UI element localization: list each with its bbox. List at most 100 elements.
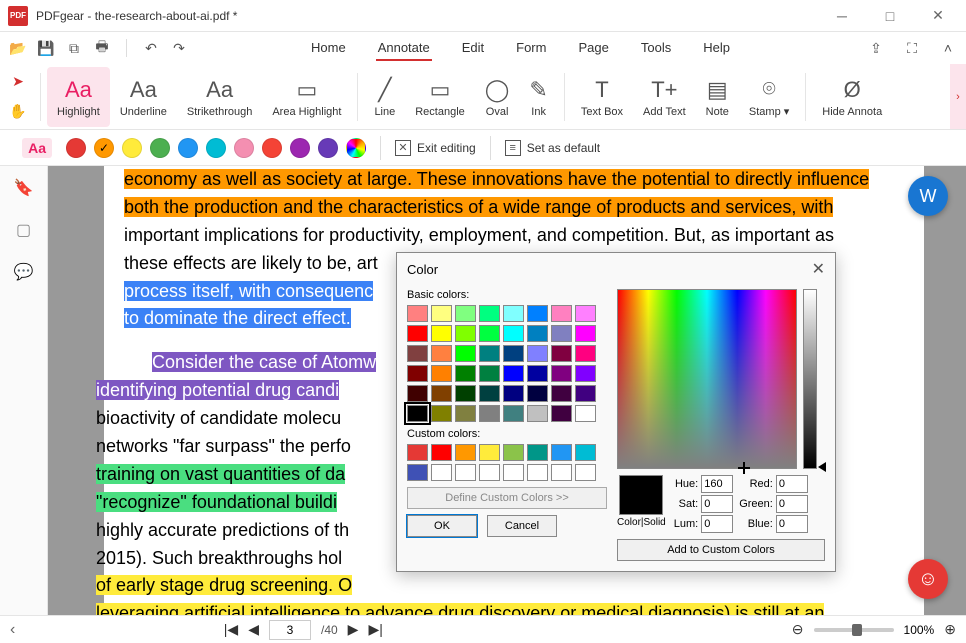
basic-color-swatch[interactable]	[455, 405, 476, 422]
line-tool[interactable]: ╱Line	[364, 67, 405, 127]
text-box-tool[interactable]: TText Box	[571, 67, 633, 127]
basic-color-swatch[interactable]	[551, 305, 572, 322]
custom-color-swatch[interactable]	[479, 464, 500, 481]
custom-color-swatch[interactable]	[551, 444, 572, 461]
color-swatch[interactable]	[318, 138, 338, 158]
strikethrough-tool[interactable]: AaStrikethrough	[177, 67, 262, 127]
page-input[interactable]	[269, 620, 311, 640]
sidebar-toggle-icon[interactable]: ‹	[10, 621, 15, 639]
saveall-icon[interactable]: ⧉	[64, 38, 84, 58]
highlighted-text[interactable]: Consider the case of Atomw	[152, 352, 376, 372]
first-page-button[interactable]: |◀	[224, 621, 238, 638]
color-swatch[interactable]	[178, 138, 198, 158]
basic-color-swatch[interactable]	[407, 325, 428, 342]
save-icon[interactable]: 💾	[36, 38, 56, 58]
highlighted-text[interactable]: both the production and the characterist…	[124, 197, 833, 217]
tab-edit[interactable]: Edit	[460, 36, 486, 61]
zoom-slider[interactable]	[814, 628, 894, 632]
comments-icon[interactable]: 💬	[12, 260, 36, 284]
basic-color-swatch[interactable]	[407, 365, 428, 382]
luminance-slider[interactable]	[803, 289, 817, 469]
highlighted-text[interactable]: "recognize" foundational buildi	[96, 492, 337, 512]
tab-home[interactable]: Home	[309, 36, 348, 61]
ink-tool[interactable]: ✎Ink	[519, 67, 557, 127]
basic-color-swatch[interactable]	[551, 365, 572, 382]
custom-color-swatch[interactable]	[479, 444, 500, 461]
custom-color-swatch[interactable]	[455, 444, 476, 461]
basic-color-swatch[interactable]	[479, 405, 500, 422]
color-swatch[interactable]	[150, 138, 170, 158]
assistant-button[interactable]: ☺	[908, 559, 948, 599]
add-text-tool[interactable]: T+Add Text	[633, 67, 696, 127]
define-custom-button[interactable]: Define Custom Colors >>	[407, 487, 607, 509]
custom-color-swatch[interactable]	[503, 444, 524, 461]
next-page-button[interactable]: ▶	[348, 621, 359, 638]
hand-tool-icon[interactable]: ✋	[6, 100, 30, 124]
basic-color-swatch[interactable]	[503, 325, 524, 342]
last-page-button[interactable]: ▶|	[368, 621, 382, 638]
basic-color-swatch[interactable]	[575, 305, 596, 322]
basic-color-swatch[interactable]	[455, 385, 476, 402]
red-input[interactable]	[776, 475, 808, 493]
basic-color-swatch[interactable]	[407, 345, 428, 362]
thumbnails-icon[interactable]: ▢	[12, 218, 36, 242]
basic-color-swatch[interactable]	[479, 345, 500, 362]
basic-color-swatch[interactable]	[551, 345, 572, 362]
share-icon[interactable]: ⇪	[866, 38, 886, 58]
basic-color-swatch[interactable]	[503, 405, 524, 422]
prev-page-button[interactable]: ◀	[248, 621, 259, 638]
custom-color-swatch[interactable]	[575, 444, 596, 461]
highlighted-text[interactable]: of early stage drug screening. O	[96, 575, 352, 595]
basic-color-swatch[interactable]	[575, 325, 596, 342]
dialog-close-icon[interactable]: ✕	[812, 259, 825, 279]
basic-color-swatch[interactable]	[455, 345, 476, 362]
highlighted-text[interactable]: leveraging artificial intelligence to ad…	[96, 603, 824, 615]
custom-color-swatch[interactable]	[527, 464, 548, 481]
tab-form[interactable]: Form	[514, 36, 548, 61]
basic-color-swatch[interactable]	[431, 405, 452, 422]
basic-color-swatch[interactable]	[575, 365, 596, 382]
color-swatch[interactable]: ✓	[94, 138, 114, 158]
color-swatch[interactable]	[206, 138, 226, 158]
cancel-button[interactable]: Cancel	[487, 515, 557, 537]
word-export-button[interactable]: W	[908, 176, 948, 216]
rectangle-tool[interactable]: ▭Rectangle	[405, 67, 475, 127]
basic-color-swatch[interactable]	[455, 325, 476, 342]
basic-color-swatch[interactable]	[431, 345, 452, 362]
redo-icon[interactable]: ↷	[169, 38, 189, 58]
hide-annota-tool[interactable]: ØHide Annota	[812, 67, 892, 127]
basic-color-swatch[interactable]	[551, 325, 572, 342]
basic-color-swatch[interactable]	[527, 365, 548, 382]
color-swatch[interactable]	[66, 138, 86, 158]
basic-color-swatch[interactable]	[479, 385, 500, 402]
select-tool-icon[interactable]: ➤	[6, 70, 30, 94]
basic-color-swatch[interactable]	[431, 385, 452, 402]
tab-page[interactable]: Page	[576, 36, 610, 61]
add-custom-color-button[interactable]: Add to Custom Colors	[617, 539, 825, 561]
zoom-out-button[interactable]: ⊖	[792, 621, 804, 638]
sat-input[interactable]	[701, 495, 733, 513]
basic-color-swatch[interactable]	[575, 345, 596, 362]
basic-color-swatch[interactable]	[527, 405, 548, 422]
tab-annotate[interactable]: Annotate	[376, 36, 432, 61]
minimize-button[interactable]: ─	[822, 2, 862, 30]
hue-input[interactable]	[701, 475, 733, 493]
gradient-crosshair[interactable]	[738, 462, 750, 474]
basic-color-swatch[interactable]	[407, 305, 428, 322]
open-icon[interactable]: 📂	[8, 38, 28, 58]
color-swatch[interactable]	[262, 138, 282, 158]
highlighted-text[interactable]: process itself, with consequenc	[124, 281, 373, 301]
custom-color-swatch[interactable]	[407, 444, 428, 461]
tab-help[interactable]: Help	[701, 36, 732, 61]
custom-color-swatch[interactable]	[551, 464, 572, 481]
highlighted-text[interactable]: identifying potential drug candi	[96, 380, 339, 400]
basic-color-swatch[interactable]	[503, 385, 524, 402]
collapse-ribbon-icon[interactable]: ˄	[938, 38, 958, 58]
basic-color-swatch[interactable]	[407, 385, 428, 402]
green-input[interactable]	[776, 495, 808, 513]
fullscreen-icon[interactable]: ⛶	[902, 38, 922, 58]
color-swatch[interactable]	[290, 138, 310, 158]
basic-color-swatch[interactable]	[575, 405, 596, 422]
basic-color-swatch[interactable]	[503, 305, 524, 322]
note-tool[interactable]: ▤Note	[696, 67, 739, 127]
